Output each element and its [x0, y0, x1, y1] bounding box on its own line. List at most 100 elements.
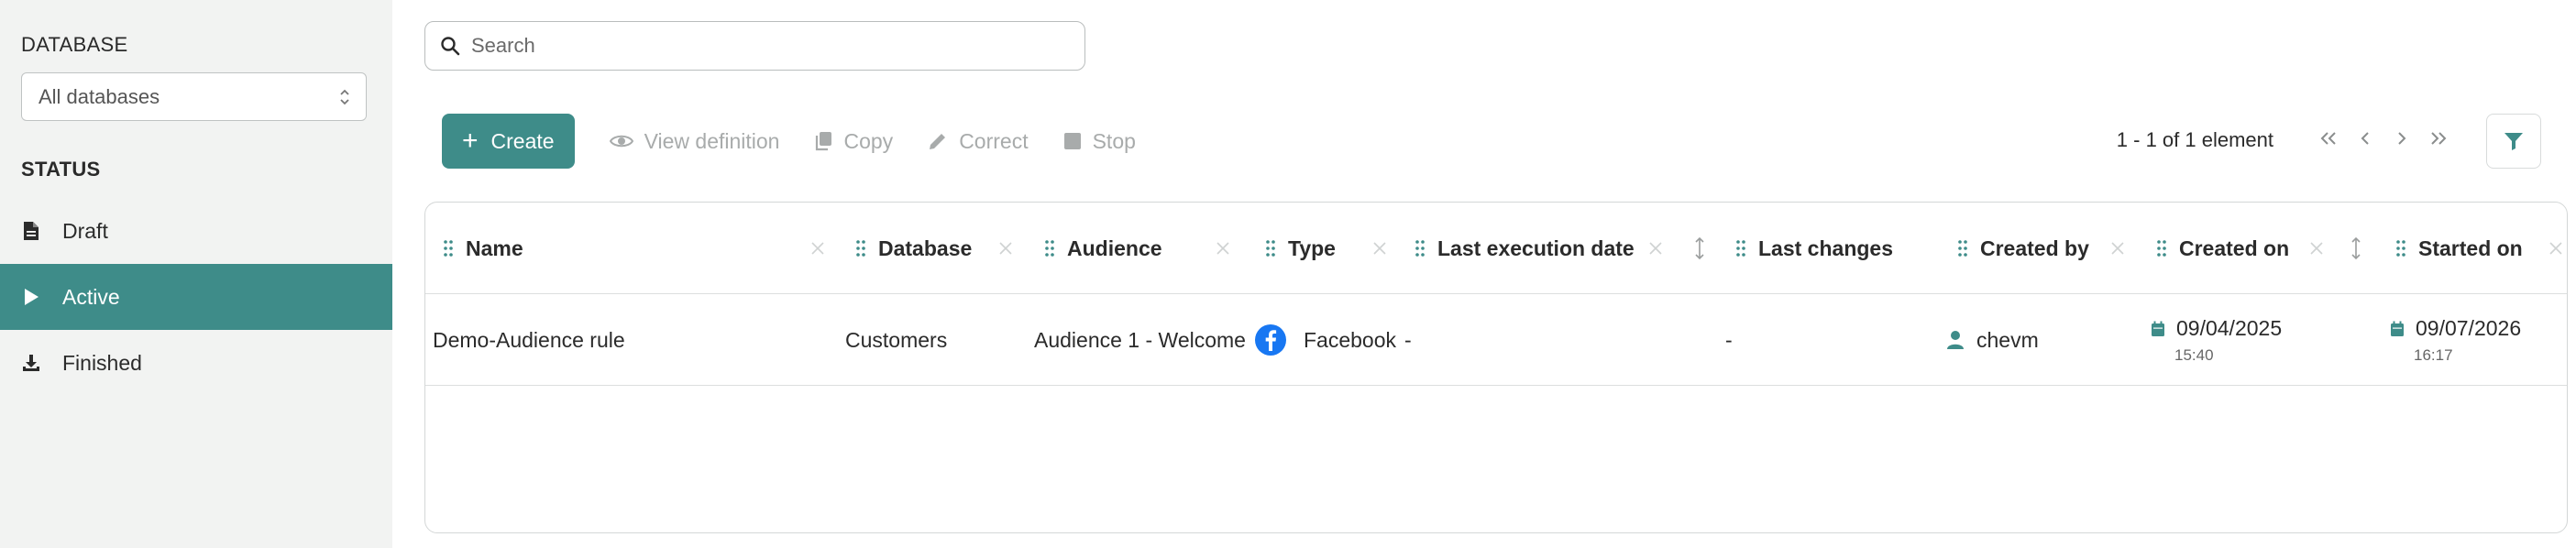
column-header-label: Created by	[1980, 236, 2089, 260]
rules-table: Name Database Audience Type Last executi…	[424, 202, 2568, 533]
play-icon	[21, 287, 41, 307]
created-on-time: 15:40	[2174, 346, 2214, 364]
cell-created-by-label: chevm	[1976, 327, 2039, 352]
remove-column-icon[interactable]	[1648, 203, 1663, 294]
correct-label: Correct	[959, 128, 1029, 153]
copy-button[interactable]: Copy	[814, 129, 893, 154]
cell-database: Customers	[845, 327, 948, 352]
stop-label: Stop	[1092, 128, 1136, 153]
column-header-created-on[interactable]: Created on	[2157, 203, 2289, 294]
drag-handle-icon[interactable]	[444, 240, 453, 257]
sidebar: DATABASE All databases STATUS Draft Acti…	[0, 0, 392, 548]
drag-handle-icon[interactable]	[1045, 240, 1054, 257]
search-input[interactable]	[471, 34, 1021, 58]
eye-icon	[609, 133, 633, 149]
cell-audience: Audience 1 - Welcome	[1034, 327, 1246, 352]
cell-created-by: chevm	[1947, 294, 2039, 386]
view-definition-label: View definition	[644, 128, 780, 153]
remove-column-icon[interactable]	[2309, 203, 2324, 294]
filter-icon	[2504, 133, 2523, 150]
status-item-draft[interactable]: Draft	[0, 198, 392, 264]
drag-handle-icon[interactable]	[856, 240, 865, 257]
pencil-icon	[928, 131, 948, 151]
copy-label: Copy	[843, 128, 894, 153]
status-item-label: Active	[62, 284, 120, 309]
cell-last-changes: -	[1725, 327, 1733, 352]
cell-created-on: 09/04/2025 15:40	[2151, 316, 2282, 365]
column-header-last-changes[interactable]: Last changes	[1736, 203, 1893, 294]
column-header-type[interactable]: Type	[1266, 203, 1336, 294]
column-header-label: Started on	[2418, 236, 2523, 260]
create-button-label: Create	[490, 128, 555, 153]
column-header-label: Type	[1288, 236, 1336, 260]
column-header-label: Name	[466, 236, 523, 260]
column-header-database[interactable]: Database	[856, 203, 972, 294]
drag-handle-icon[interactable]	[2157, 240, 2166, 257]
status-item-finished[interactable]: Finished	[0, 330, 392, 396]
status-item-label: Finished	[62, 350, 142, 375]
pagination-info: 1 - 1 of 1 element	[2116, 128, 2273, 151]
remove-column-icon[interactable]	[810, 203, 825, 294]
copy-icon	[814, 131, 832, 151]
view-definition-button[interactable]: View definition	[609, 128, 780, 154]
stop-button[interactable]: Stop	[1063, 129, 1136, 154]
drag-handle-icon[interactable]	[1958, 240, 1967, 257]
user-icon	[1947, 331, 1964, 349]
toolbar: + Create View definition Copy Correct St…	[442, 114, 1136, 169]
calendar-icon	[2151, 321, 2165, 337]
correct-button[interactable]: Correct	[928, 128, 1029, 154]
database-select[interactable]: All databases	[21, 72, 367, 121]
calendar-icon	[2390, 321, 2405, 337]
column-header-audience[interactable]: Audience	[1045, 203, 1162, 294]
remove-column-icon[interactable]	[1372, 203, 1387, 294]
filter-button[interactable]	[2486, 114, 2541, 169]
sort-icon[interactable]	[1694, 203, 1705, 294]
last-page-icon[interactable]	[2429, 126, 2448, 150]
cell-name: Demo-Audience rule	[433, 327, 625, 352]
file-icon	[21, 221, 41, 241]
download-icon	[21, 353, 41, 373]
sort-icon[interactable]	[2350, 203, 2361, 294]
database-select-value: All databases	[39, 84, 160, 108]
select-arrows-icon	[340, 89, 349, 105]
cell-type: Facebook	[1254, 294, 1396, 386]
column-header-label: Last changes	[1758, 236, 1893, 260]
database-section-title: DATABASE	[21, 33, 128, 56]
column-header-label: Created on	[2179, 236, 2290, 260]
stop-icon	[1063, 132, 1082, 150]
plus-icon: +	[462, 126, 479, 156]
column-header-started-on[interactable]: Started on	[2396, 203, 2523, 294]
remove-column-icon[interactable]	[1216, 203, 1230, 294]
drag-handle-icon[interactable]	[2396, 240, 2405, 257]
drag-handle-icon[interactable]	[1266, 240, 1275, 257]
remove-column-icon[interactable]	[998, 203, 1013, 294]
started-on-time: 16:17	[2414, 346, 2453, 364]
column-header-label: Database	[878, 236, 973, 260]
cell-started-on: 09/07/2026 16:17	[2390, 316, 2521, 365]
column-header-last-execution-date[interactable]: Last execution date	[1415, 203, 1635, 294]
main-content: + Create View definition Copy Correct	[392, 0, 2576, 548]
pagination-nav	[2319, 126, 2448, 150]
remove-column-icon[interactable]	[2110, 203, 2125, 294]
column-header-name[interactable]: Name	[444, 203, 523, 294]
status-item-active[interactable]: Active	[0, 264, 392, 330]
cell-last-execution-date: -	[1404, 327, 1412, 352]
cell-type-label: Facebook	[1304, 327, 1397, 352]
drag-handle-icon[interactable]	[1736, 240, 1745, 257]
next-page-icon[interactable]	[2393, 126, 2411, 150]
create-button[interactable]: + Create	[442, 114, 575, 169]
started-on-date: 09/07/2026	[2416, 316, 2522, 340]
facebook-icon	[1255, 324, 1286, 356]
remove-column-icon[interactable]	[2548, 203, 2563, 294]
search-icon	[441, 37, 460, 56]
column-header-label: Audience	[1067, 236, 1162, 260]
drag-handle-icon[interactable]	[1415, 240, 1425, 257]
column-header-label: Last execution date	[1437, 236, 1635, 260]
table-header: Name Database Audience Type Last executi…	[425, 203, 2567, 294]
column-header-created-by[interactable]: Created by	[1958, 203, 2089, 294]
first-page-icon[interactable]	[2319, 126, 2338, 150]
status-section-title: STATUS	[21, 158, 101, 181]
table-row[interactable]: Demo-Audience rule Customers Audience 1 …	[425, 294, 2567, 386]
previous-page-icon[interactable]	[2356, 126, 2374, 150]
search-box[interactable]	[424, 21, 1085, 71]
